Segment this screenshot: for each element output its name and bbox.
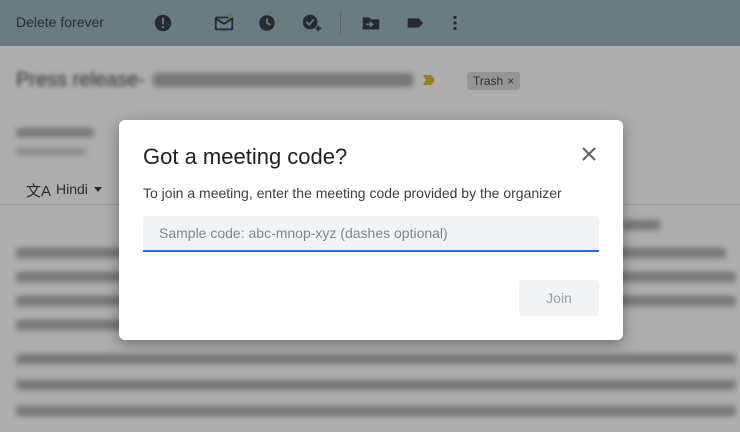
dialog-description: To join a meeting, enter the meeting cod… <box>143 185 562 201</box>
close-button[interactable] <box>577 142 601 166</box>
join-button[interactable]: Join <box>519 280 599 316</box>
meeting-code-input[interactable] <box>143 216 599 252</box>
dialog-title: Got a meeting code? <box>143 144 348 169</box>
close-icon <box>582 147 596 161</box>
meeting-code-dialog: Got a meeting code? To join a meeting, e… <box>119 120 623 340</box>
